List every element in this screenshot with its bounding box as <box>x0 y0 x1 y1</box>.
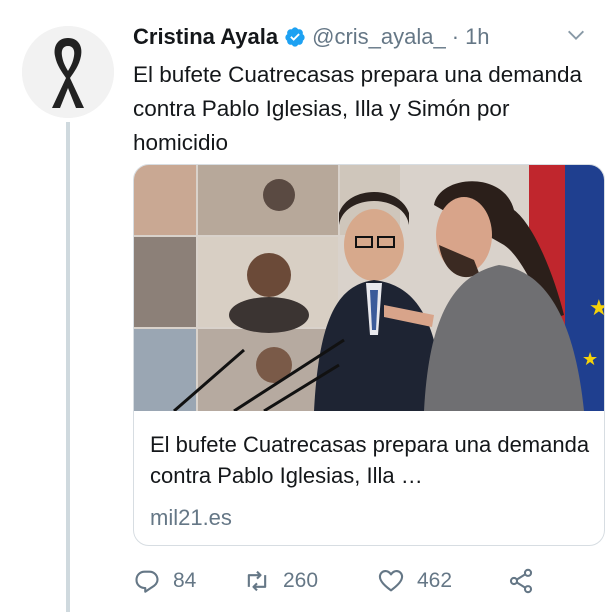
black-ribbon-icon <box>22 26 114 118</box>
card-domain[interactable]: mil21.es <box>150 505 232 531</box>
tweet-header: Cristina Ayala @cris_ayala_ · 1h <box>133 20 593 54</box>
heart-icon <box>378 570 404 592</box>
card-title[interactable]: El bufete Cuatrecasas prepara una demand… <box>150 429 595 491</box>
separator-dot: · <box>451 24 460 49</box>
reply-count: 84 <box>173 569 197 592</box>
retweet-icon <box>247 570 267 592</box>
like-button[interactable]: 462 <box>377 567 507 595</box>
svg-text:★: ★ <box>589 296 604 321</box>
retweet-button[interactable]: 260 <box>243 567 377 595</box>
avatar[interactable] <box>22 26 114 118</box>
tweet-time[interactable]: 1h <box>465 24 489 50</box>
author-handle[interactable]: @cris_ayala_ <box>312 24 446 50</box>
reply-icon <box>135 570 159 593</box>
reply-button[interactable]: 84 <box>133 567 243 595</box>
tweet-text: El bufete Cuatrecasas prepara una demand… <box>133 62 583 155</box>
retweet-count: 260 <box>283 569 319 592</box>
share-icon <box>509 568 533 594</box>
thread-line <box>66 122 70 612</box>
svg-text:★: ★ <box>582 349 598 370</box>
link-card[interactable]: ★ ★ El bufete Cuatrecasas prepara una de… <box>133 164 605 546</box>
chevron-down-icon[interactable] <box>565 24 587 46</box>
like-count: 462 <box>417 569 453 592</box>
share-button[interactable] <box>507 567 535 595</box>
verified-badge-icon <box>285 27 305 47</box>
author-name[interactable]: Cristina Ayala <box>133 24 278 50</box>
action-bar: 84 260 462 <box>133 564 535 598</box>
card-image: ★ ★ <box>134 165 604 411</box>
